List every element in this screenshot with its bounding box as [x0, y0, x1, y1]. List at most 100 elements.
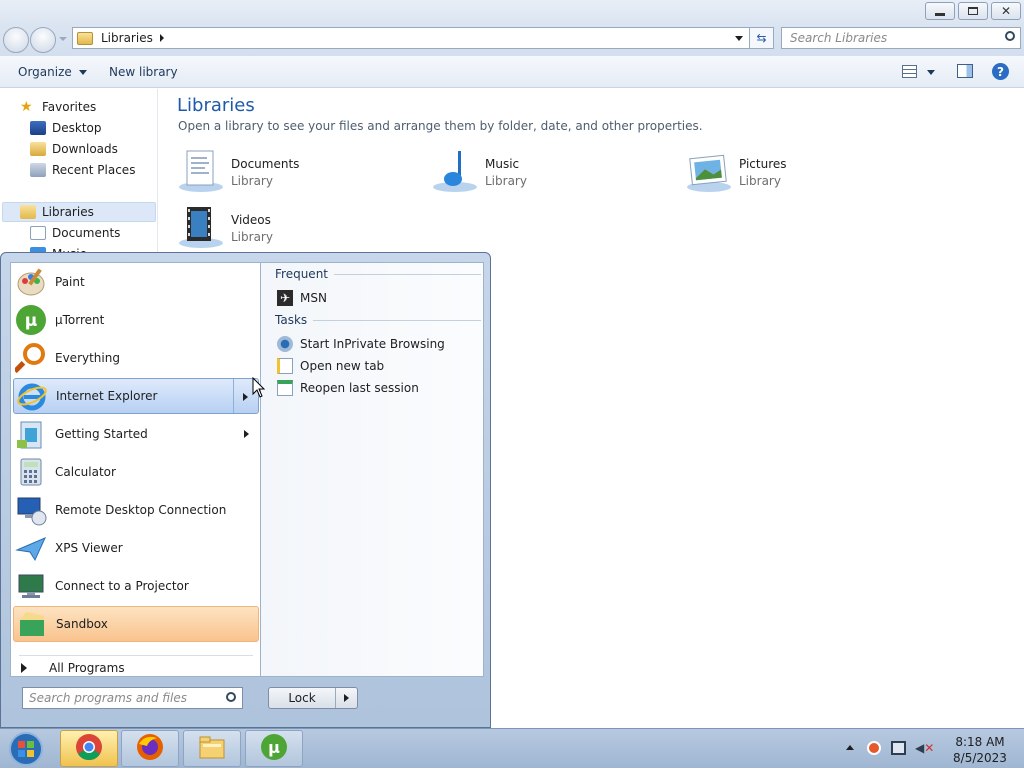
program-label: Paint — [55, 275, 85, 289]
jumplist-task-new-tab[interactable]: Open new tab — [277, 356, 384, 376]
frequent-header: Frequent — [275, 267, 481, 281]
program-utorrent[interactable]: µ µTorrent — [13, 302, 259, 338]
program-label: Everything — [55, 351, 120, 365]
program-xps-viewer[interactable]: XPS Viewer — [13, 530, 259, 566]
taskbar-chrome[interactable] — [60, 730, 118, 767]
library-documents[interactable]: Documents Library — [177, 147, 417, 199]
show-hidden-icons-icon[interactable] — [846, 745, 854, 750]
program-label: Internet Explorer — [56, 389, 158, 403]
divider — [19, 655, 253, 656]
projector-icon — [15, 570, 47, 602]
nav-desktop[interactable]: Desktop — [30, 118, 102, 138]
navigation-pane: ★ Favorites Desktop Downloads Recent Plac… — [0, 89, 158, 261]
program-calculator[interactable]: Calculator — [13, 454, 259, 490]
submenu-arrow-icon[interactable] — [244, 430, 249, 438]
taskbar-firefox[interactable] — [121, 730, 179, 767]
inprivate-icon — [277, 336, 293, 352]
firefox-icon — [135, 732, 165, 765]
internet-explorer-icon — [16, 380, 48, 412]
taskbar-utorrent[interactable]: µ — [245, 730, 303, 767]
xps-viewer-icon — [15, 532, 47, 564]
nav-recent-places[interactable]: Recent Places — [30, 160, 135, 180]
minimize-icon — [935, 12, 945, 16]
jumplist-task-reopen-session[interactable]: Reopen last session — [277, 378, 419, 398]
library-videos[interactable]: Videos Library — [177, 203, 417, 255]
program-getting-started[interactable]: Getting Started — [13, 416, 259, 452]
submenu-arrow-icon[interactable] — [243, 393, 248, 401]
jumplist-task-inprivate[interactable]: Start InPrivate Browsing — [277, 334, 445, 354]
minimize-button[interactable] — [925, 2, 955, 20]
library-pictures[interactable]: Pictures Library — [685, 147, 925, 199]
all-programs-button[interactable]: All Programs — [21, 661, 125, 675]
music-library-icon — [431, 147, 479, 195]
new-library-button[interactable]: New library — [109, 65, 178, 79]
lock-button[interactable]: Lock — [268, 687, 358, 709]
search-icon[interactable] — [1005, 31, 1015, 41]
program-sandbox[interactable]: Sandbox — [13, 606, 259, 642]
jumplist-item-msn[interactable]: ✈ MSN — [277, 288, 327, 308]
jumplist-item-label: Reopen last session — [300, 381, 419, 395]
nav-libraries-label: Libraries — [42, 205, 94, 219]
program-label: Remote Desktop Connection — [55, 503, 227, 517]
address-dropdown-icon[interactable] — [735, 36, 743, 41]
organize-button[interactable]: Organize — [18, 65, 87, 79]
recent-pages-dropdown-icon[interactable] — [59, 37, 67, 41]
videos-library-icon — [177, 203, 225, 251]
search-input[interactable]: Search Libraries — [781, 27, 1021, 49]
jumplist-item-label: Open new tab — [300, 359, 385, 373]
nav-downloads[interactable]: Downloads — [30, 139, 118, 159]
program-everything[interactable]: Everything — [13, 340, 259, 376]
program-paint[interactable]: Paint — [13, 264, 259, 300]
start-button[interactable] — [6, 731, 46, 767]
jumplist-item-label: Start InPrivate Browsing — [300, 337, 445, 351]
nav-recent-places-label: Recent Places — [52, 163, 136, 177]
program-connect-projector[interactable]: Connect to a Projector — [13, 568, 259, 604]
nav-downloads-label: Downloads — [52, 142, 118, 156]
preview-pane-icon[interactable] — [957, 64, 973, 78]
address-bar[interactable]: Libraries — [72, 27, 750, 49]
refresh-button[interactable]: ⇆ — [750, 27, 774, 49]
jumplist-item-label: MSN — [300, 291, 327, 305]
back-button[interactable] — [3, 27, 29, 53]
utorrent-icon: µ — [15, 304, 47, 336]
program-internet-explorer[interactable]: Internet Explorer — [13, 378, 259, 414]
volume-muted-icon[interactable]: ◀✕ — [915, 741, 934, 755]
forward-button[interactable] — [30, 27, 56, 53]
breadcrumb-arrow-icon[interactable] — [159, 34, 164, 42]
pictures-library-icon — [685, 147, 733, 195]
help-icon[interactable]: ? — [992, 63, 1009, 80]
clock-time[interactable]: 8:18 AM — [950, 735, 1010, 749]
taskbar-file-explorer[interactable] — [183, 730, 241, 767]
search-icon — [226, 692, 236, 702]
library-type: Library — [231, 174, 273, 188]
network-icon[interactable] — [891, 741, 906, 755]
nav-libraries[interactable]: Libraries — [2, 202, 156, 222]
documents-icon — [30, 226, 46, 240]
restore-button[interactable] — [958, 2, 988, 20]
view-options-icon[interactable] — [902, 65, 917, 78]
downloads-icon — [30, 142, 46, 156]
recent-places-icon — [30, 163, 46, 177]
lock-options-button[interactable] — [335, 688, 357, 708]
msn-icon: ✈ — [277, 290, 293, 306]
nav-documents[interactable]: Documents — [30, 223, 120, 243]
remote-desktop-icon — [15, 494, 47, 526]
action-center-icon[interactable] — [867, 741, 881, 755]
address-text[interactable]: Libraries — [101, 31, 153, 45]
program-label: Connect to a Projector — [55, 579, 189, 593]
title-bar: ✕ — [0, 0, 1024, 24]
library-music[interactable]: Music Library — [431, 147, 671, 199]
taskbar: µ ◀✕ 8:18 AM 8/5/2023 — [0, 728, 1024, 768]
program-remote-desktop[interactable]: Remote Desktop Connection — [13, 492, 259, 528]
all-programs-label: All Programs — [49, 661, 125, 675]
view-dropdown-icon[interactable] — [927, 70, 935, 75]
search-placeholder: Search Libraries — [790, 31, 888, 45]
start-menu: Paint µ µTorrent Everything Internet Exp… — [0, 252, 491, 728]
nav-favorites[interactable]: ★ Favorites — [20, 97, 96, 117]
clock-date[interactable]: 8/5/2023 — [950, 751, 1010, 765]
lock-label: Lock — [288, 691, 316, 705]
close-button[interactable]: ✕ — [991, 2, 1021, 20]
nav-desktop-label: Desktop — [52, 121, 102, 135]
sandbox-icon — [16, 608, 48, 640]
start-search-input[interactable]: Search programs and files — [22, 687, 243, 709]
